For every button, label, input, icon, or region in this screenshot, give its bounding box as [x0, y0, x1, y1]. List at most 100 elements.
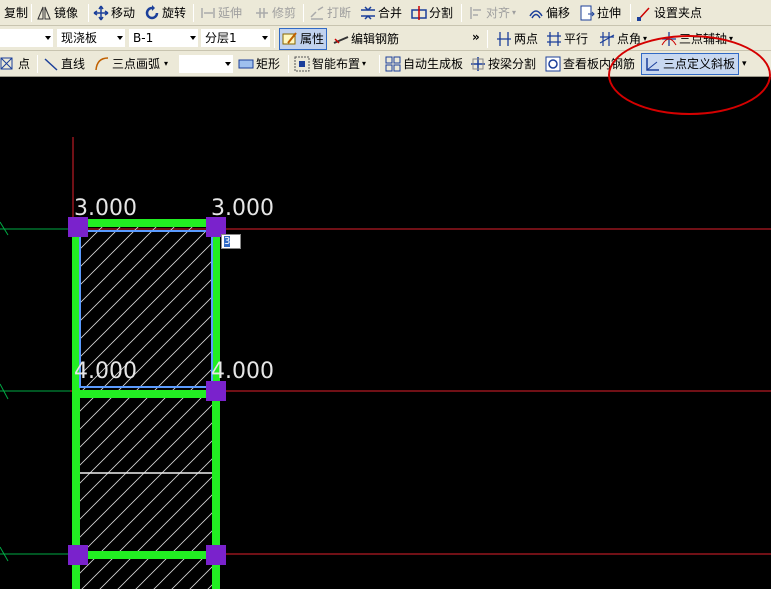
properties-button[interactable]: 属性: [279, 28, 328, 50]
break-label: 打断: [327, 6, 352, 20]
point-angle-button[interactable]: 点角 ▾: [599, 29, 647, 49]
offset-icon: [528, 5, 544, 21]
mirror-button[interactable]: 镜像: [36, 3, 78, 23]
two-point-label: 两点: [514, 32, 539, 46]
three-point-slope-slab-label: 三点定义斜板: [663, 57, 736, 71]
offset-button[interactable]: 偏移: [528, 3, 570, 23]
two-point-button[interactable]: 两点: [496, 29, 538, 49]
extend-icon: [200, 5, 216, 21]
member-value: B-1: [133, 31, 154, 45]
three-point-aux-button[interactable]: 三点辅轴 ▾: [661, 29, 733, 49]
arc-option-select[interactable]: [178, 54, 234, 74]
point-angle-icon: [599, 31, 615, 47]
align-icon: [468, 5, 484, 21]
chevron-down-icon: [45, 36, 51, 40]
slope-dropdown-button[interactable]: ▾: [742, 54, 747, 74]
separator: [37, 55, 38, 73]
parallel-icon: [546, 31, 562, 47]
member-select[interactable]: B-1: [128, 28, 199, 48]
three-point-aux-label: 三点辅轴: [679, 32, 728, 46]
copy-label: 复制: [4, 6, 29, 20]
elevation-label: 3.000: [74, 196, 137, 221]
smart-layout-button[interactable]: 智能布置 ▾: [294, 54, 366, 74]
chevron-down-icon: [225, 62, 231, 66]
merge-icon: [360, 5, 376, 21]
move-button[interactable]: 移动: [93, 3, 135, 23]
rectangle-icon: [238, 56, 254, 72]
dropdown-arrow-icon: ▾: [164, 59, 169, 68]
separator: [630, 4, 631, 22]
elevation-label: 4.000: [74, 359, 137, 384]
three-point-slope-slab-button[interactable]: 三点定义斜板: [641, 53, 740, 75]
floor-select[interactable]: [0, 28, 54, 48]
trim-icon: [254, 5, 270, 21]
split-by-beam-button[interactable]: 按梁分割: [470, 54, 536, 74]
edit-rebar-button[interactable]: 编辑钢筋: [333, 29, 399, 49]
set-grip-button[interactable]: 设置夹点: [636, 3, 702, 23]
separator: [88, 4, 89, 22]
point-button[interactable]: 点: [0, 54, 30, 74]
slab-panel[interactable]: [78, 395, 214, 553]
elevation-label: 3.000: [211, 196, 274, 221]
separator: [461, 4, 462, 22]
merge-button[interactable]: 合并: [360, 3, 402, 23]
toolbar-overflow-button[interactable]: »: [472, 27, 480, 47]
separator: [288, 55, 289, 73]
align-label: 对齐: [486, 6, 511, 20]
break-button[interactable]: 打断: [309, 3, 351, 23]
stretch-icon: [579, 5, 595, 21]
auto-slab-icon: [385, 56, 401, 72]
stretch-button[interactable]: 拉伸: [579, 3, 621, 23]
move-icon: [93, 5, 109, 21]
arc-icon: [94, 56, 110, 72]
dropdown-arrow-icon: ▾: [742, 59, 747, 69]
chevron-down-icon: [117, 36, 123, 40]
drawing-canvas[interactable]: 3.000 3.000 4.000 4.000 3: [0, 77, 771, 589]
extend-button[interactable]: 延伸: [200, 3, 242, 23]
properties-label: 属性: [300, 32, 325, 46]
align-button[interactable]: 对齐 ▾: [468, 3, 516, 23]
canvas-graphics: [0, 137, 771, 589]
slab-panel[interactable]: [78, 557, 214, 589]
offset-label: 偏移: [546, 6, 571, 20]
dropdown-arrow-icon: ▾: [512, 8, 517, 17]
dropdown-arrow-icon: ▾: [362, 59, 367, 68]
edit-rebar-icon: [333, 31, 349, 47]
set-grip-label: 设置夹点: [654, 6, 703, 20]
rectangle-button[interactable]: 矩形: [238, 54, 280, 74]
view-slab-rebar-button[interactable]: 查看板内钢筋: [545, 54, 635, 74]
edit-toolbar: 复制 镜像 移动 旋转 延伸 修剪 打断 合并 分割 对齐 ▾ 偏移 拉伸 设置…: [0, 0, 771, 26]
three-point-arc-button[interactable]: 三点画弧 ▾: [94, 54, 168, 74]
properties-icon: [282, 31, 298, 47]
extend-label: 延伸: [218, 6, 243, 20]
elevation-input-value: 3: [224, 236, 231, 247]
rectangle-label: 矩形: [256, 57, 281, 71]
draw-toolbar: 点 直线 三点画弧 ▾ 矩形 智能布置 ▾ 自动生成板 按梁分割 查看板内钢筋 …: [0, 51, 771, 77]
dropdown-arrow-icon: ▾: [643, 34, 648, 43]
two-point-icon: [496, 31, 512, 47]
category-value: 现浇板: [61, 31, 98, 45]
point-angle-label: 点角: [617, 32, 642, 46]
overflow-label: »: [472, 30, 480, 44]
view-slab-rebar-label: 查看板内钢筋: [563, 57, 636, 71]
line-button[interactable]: 直线: [43, 54, 85, 74]
point-label: 点: [18, 57, 31, 71]
layer-select[interactable]: 分层1: [200, 28, 271, 48]
rotate-button[interactable]: 旋转: [144, 3, 186, 23]
layer-value: 分层1: [205, 31, 237, 45]
split-button[interactable]: 分割: [411, 3, 453, 23]
three-point-arc-label: 三点画弧: [112, 57, 161, 71]
category-select[interactable]: 现浇板: [56, 28, 126, 48]
copy-button[interactable]: 复制: [4, 3, 28, 23]
separator: [31, 4, 32, 22]
trim-button[interactable]: 修剪: [254, 3, 296, 23]
parallel-button[interactable]: 平行: [546, 29, 588, 49]
merge-label: 合并: [378, 6, 403, 20]
auto-generate-slab-button[interactable]: 自动生成板: [385, 54, 463, 74]
separator: [193, 4, 194, 22]
line-label: 直线: [61, 57, 86, 71]
break-icon: [309, 5, 325, 21]
elevation-input[interactable]: 3: [221, 234, 241, 249]
stretch-label: 拉伸: [597, 6, 622, 20]
chevron-down-icon: [262, 36, 268, 40]
